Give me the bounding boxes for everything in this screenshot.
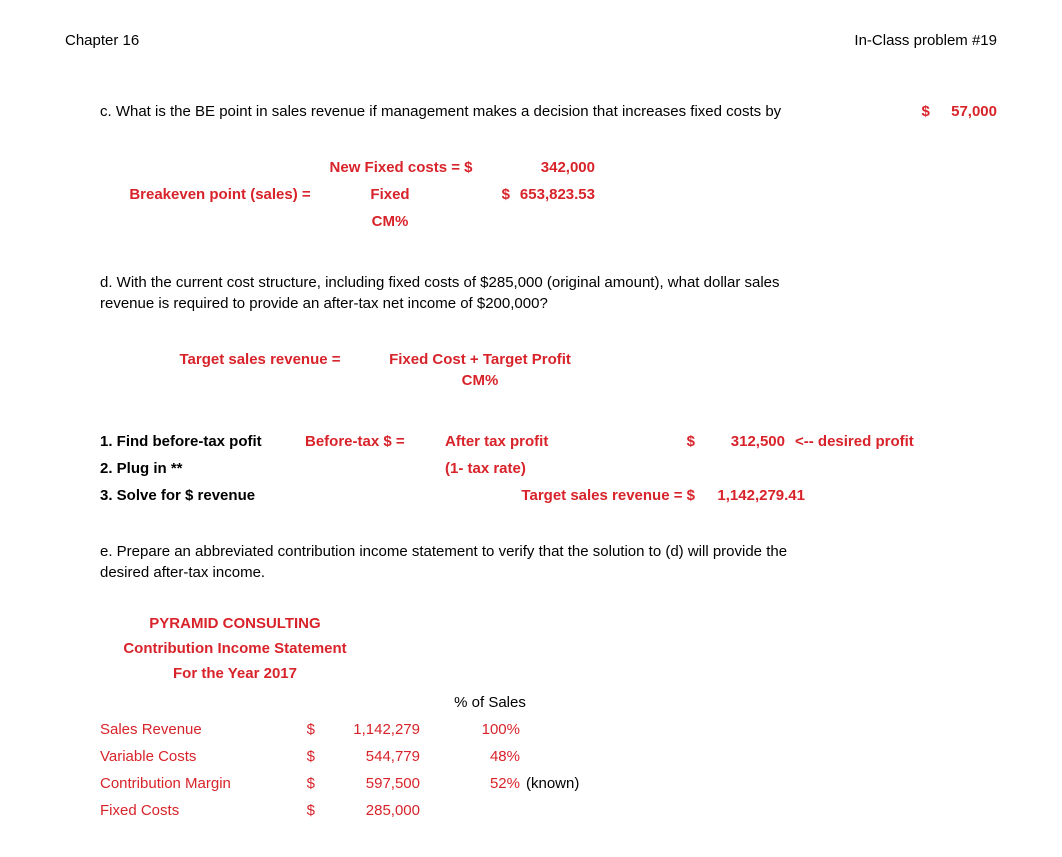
sales-dollar: $	[290, 719, 315, 740]
sales-amount: 1,142,279	[315, 719, 420, 740]
step-3-tsr-label: Target sales revenue = $	[445, 485, 695, 506]
cm-dollar: $	[290, 773, 315, 794]
new-fixed-amount: 342,000	[510, 157, 595, 178]
breakeven-row: Breakeven point (sales) = Fixed $ 653,82…	[120, 184, 997, 205]
income-statement-table: % of Sales Sales Revenue $ 1,142,279 100…	[100, 692, 997, 821]
section-d: d. With the current cost structure, incl…	[100, 272, 997, 506]
vc-label: Variable Costs	[100, 746, 290, 767]
section-e: e. Prepare an abbreviated contribution i…	[100, 541, 997, 821]
fc-dollar: $	[290, 800, 315, 821]
question-c-dollar: $	[891, 101, 929, 122]
cm-pct: 52%	[430, 773, 520, 794]
fc-amount: 285,000	[315, 800, 420, 821]
question-c-text: c. What is the BE point in sales revenue…	[100, 101, 891, 122]
tsr-numerator: Fixed Cost + Target Profit	[370, 349, 590, 370]
question-e-text: e. Prepare an abbreviated contribution i…	[100, 541, 800, 583]
sales-pct: 100%	[430, 719, 520, 740]
cm-label: CM%	[320, 211, 460, 232]
cm-known: (known)	[526, 773, 579, 794]
problem-label: In-Class problem #19	[854, 30, 997, 51]
pct-header: % of Sales	[430, 692, 550, 713]
new-fixed-row: New Fixed costs = $ 342,000	[120, 157, 997, 178]
step-2-row: 2. Plug in ** (1- tax rate)	[100, 458, 997, 479]
stmt-header-row: % of Sales	[100, 692, 997, 713]
fixed-dollar: $	[490, 184, 510, 205]
section-c: c. What is the BE point in sales revenue…	[100, 101, 997, 232]
tsr-denominator: CM%	[370, 370, 590, 391]
vc-amount: 544,779	[315, 746, 420, 767]
fc-row: Fixed Costs $ 285,000	[100, 800, 997, 821]
tsr-label: Target sales revenue =	[150, 349, 370, 370]
cm-amount: 597,500	[315, 773, 420, 794]
fixed-label: Fixed	[320, 184, 460, 205]
statement-title: Contribution Income Statement	[100, 638, 370, 659]
fc-label: Fixed Costs	[100, 800, 290, 821]
vc-dollar: $	[290, 746, 315, 767]
new-fixed-dollar: $	[464, 159, 472, 176]
question-c-amount: 57,000	[930, 101, 997, 122]
step-1-mid: Before-tax $ =	[305, 431, 445, 452]
cm-label2: Contribution Margin	[100, 773, 290, 794]
step-1-desc: After tax profit	[445, 431, 625, 452]
sales-row: Sales Revenue $ 1,142,279 100%	[100, 719, 997, 740]
calc-block-c: New Fixed costs = $ 342,000 Breakeven po…	[120, 157, 997, 232]
steps-block: 1. Find before-tax pofit Before-tax $ = …	[100, 431, 997, 506]
vc-pct: 48%	[430, 746, 520, 767]
fixed-amount: 653,823.53	[510, 184, 595, 205]
target-formula: Target sales revenue = Fixed Cost + Targ…	[150, 349, 997, 391]
step-2-label: 2. Plug in **	[100, 458, 305, 479]
step-1-row: 1. Find before-tax pofit Before-tax $ = …	[100, 431, 997, 452]
step-1-label: 1. Find before-tax pofit	[100, 431, 305, 452]
chapter-label: Chapter 16	[65, 30, 139, 51]
step-3-label: 3. Solve for $ revenue	[100, 485, 305, 506]
company-name: PYRAMID CONSULTING	[100, 613, 370, 634]
cm-row: CM%	[120, 211, 997, 232]
page-header: Chapter 16 In-Class problem #19	[65, 30, 997, 51]
step-3-amount: 1,142,279.41	[695, 485, 805, 506]
cm-row: Contribution Margin $ 597,500 52% (known…	[100, 773, 997, 794]
step-1-dollar: $	[625, 431, 695, 452]
question-c-row: c. What is the BE point in sales revenue…	[100, 101, 997, 122]
breakeven-label: Breakeven point (sales) =	[120, 184, 320, 205]
step-1-amount: 312,500	[695, 431, 785, 452]
vc-row: Variable Costs $ 544,779 48%	[100, 746, 997, 767]
step-1-note: <-- desired profit	[795, 431, 914, 452]
sales-label: Sales Revenue	[100, 719, 290, 740]
statement-header: PYRAMID CONSULTING Contribution Income S…	[100, 613, 370, 688]
step-3-row: 3. Solve for $ revenue Target sales reve…	[100, 485, 997, 506]
statement-period: For the Year 2017	[100, 663, 370, 684]
new-fixed-label: New Fixed costs =	[320, 157, 460, 178]
question-d-text: d. With the current cost structure, incl…	[100, 272, 800, 314]
step-2-desc: (1- tax rate)	[445, 458, 625, 479]
